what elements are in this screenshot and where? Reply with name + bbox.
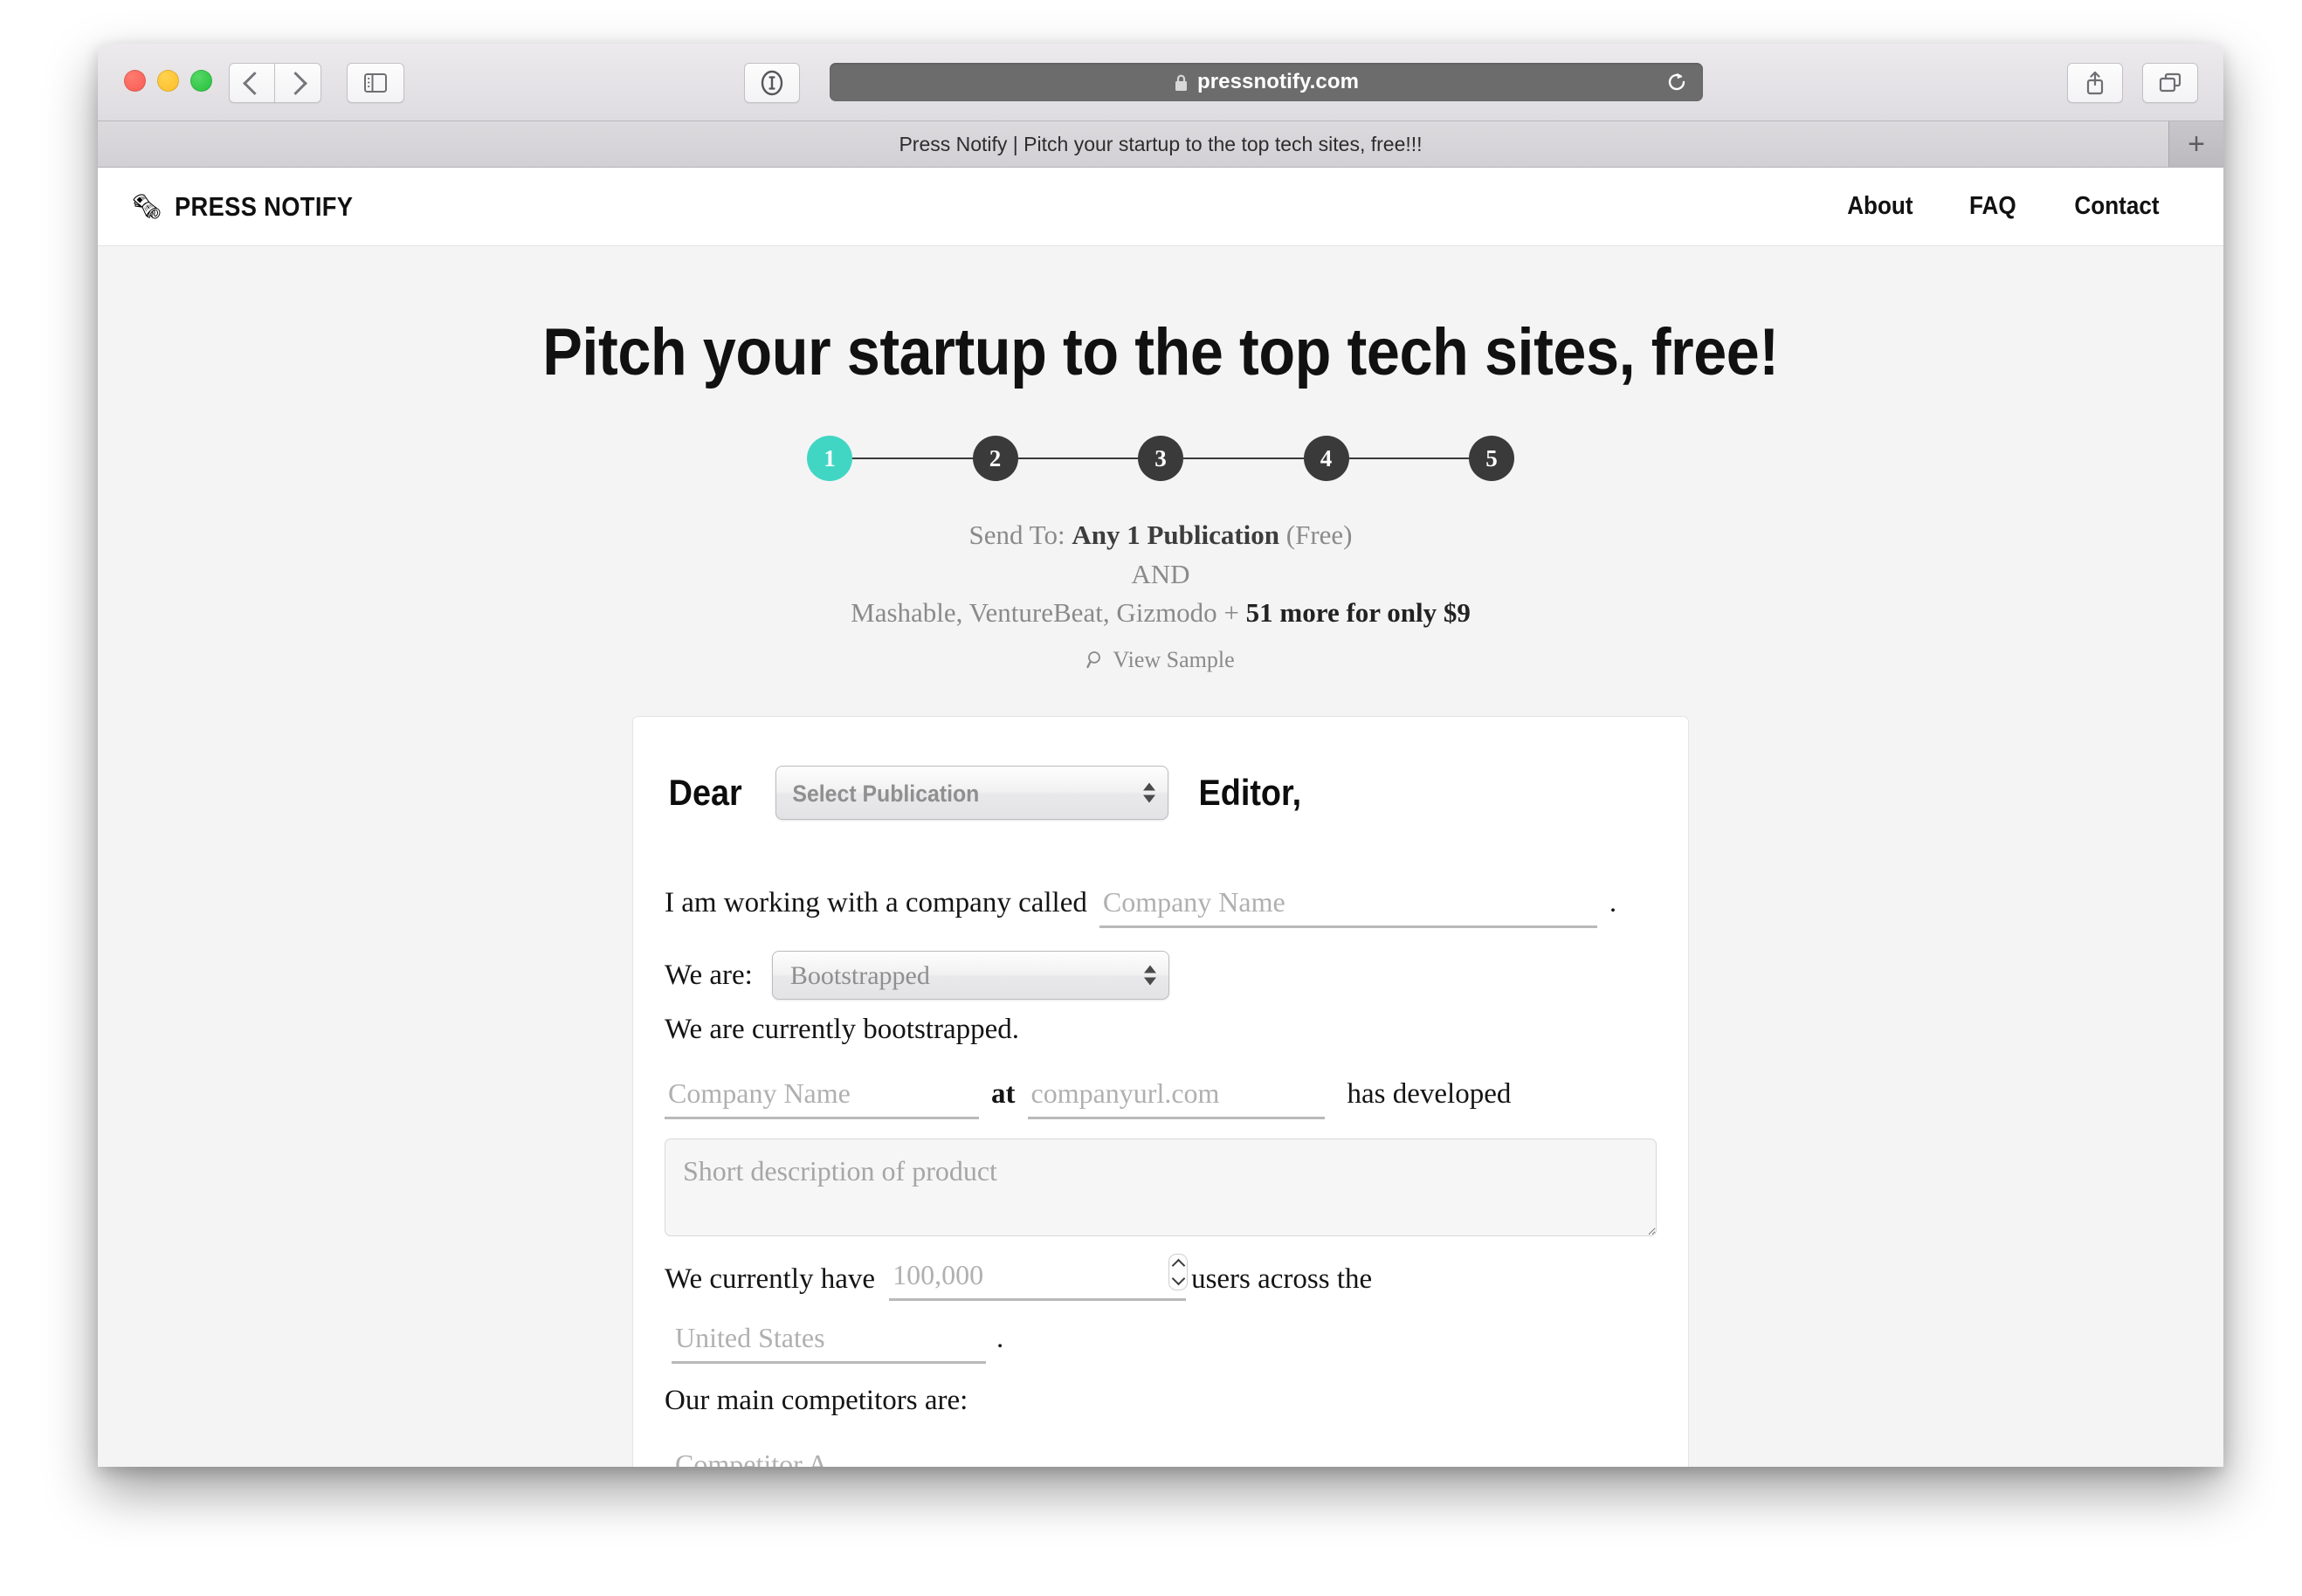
reload-button[interactable] — [1664, 70, 1689, 94]
send-to-summary: Send To: Any 1 Publication (Free) AND Ma… — [98, 516, 2223, 676]
share-button[interactable] — [2067, 63, 2123, 103]
salutation-end-label: Editor, — [1198, 772, 1302, 814]
users-across-label: users across the — [1191, 1262, 1373, 1295]
page-content: 🗞 PRESS NOTIFY About FAQ Contact Pitch y… — [98, 168, 2223, 1467]
working-with-row: I am working with a company called . — [665, 884, 1657, 929]
magnifier-icon — [1086, 650, 1101, 668]
paid-offer: 51 more for only $9 — [1245, 597, 1471, 629]
working-with-label: I am working with a company called — [665, 887, 1087, 919]
publication-select[interactable]: Select Publication — [775, 766, 1169, 821]
we-currently-have-label: We currently have — [665, 1262, 876, 1295]
minimize-window-button[interactable] — [157, 70, 179, 92]
rolled-newspaper-icon: 🗞 — [131, 192, 162, 220]
send-to-free-note: (Free) — [1285, 519, 1353, 550]
we-are-label: We are: — [665, 959, 753, 991]
new-tab-button[interactable]: + — [2168, 121, 2223, 167]
description-row — [665, 1139, 1657, 1237]
users-count-input[interactable] — [889, 1257, 1187, 1302]
period-1: . — [1609, 887, 1617, 919]
salutation-label: Dear — [668, 772, 742, 814]
lock-icon — [1174, 73, 1189, 92]
url-text: pressnotify.com — [1196, 70, 1360, 93]
users-number-field — [889, 1254, 1189, 1302]
view-sample-label: View Sample — [1113, 646, 1235, 672]
tab-bar: Press Notify | Pitch your startup to the… — [98, 121, 2223, 168]
page-title: Pitch your startup to the top tech sites… — [542, 315, 1779, 389]
step-indicator: 1 2 3 4 5 — [807, 436, 1514, 481]
product-description-textarea[interactable] — [665, 1139, 1657, 1237]
at-label: at — [991, 1078, 1016, 1111]
step-connector — [1183, 457, 1304, 459]
company-url-input[interactable] — [1027, 1076, 1325, 1120]
send-to-free-line: Send To: Any 1 Publication (Free) — [98, 516, 2223, 555]
maximize-window-button[interactable] — [190, 70, 212, 92]
select-arrows-icon — [1143, 965, 1156, 986]
tab-overview-icon — [2159, 72, 2181, 93]
funding-select[interactable]: Bootstrapped — [771, 951, 1169, 1001]
step-4[interactable]: 4 — [1303, 436, 1349, 481]
step-2[interactable]: 2 — [972, 436, 1018, 481]
competitor-a-input[interactable] — [672, 1447, 1073, 1467]
users-row: We currently have users across the — [665, 1254, 1657, 1302]
competitor-a-row — [665, 1447, 1657, 1467]
salutation-row: Dear Select Publication Editor, — [665, 766, 1657, 821]
reader-mode-icon — [761, 70, 783, 96]
step-3[interactable]: 3 — [1138, 436, 1183, 481]
funding-select-value: Bootstrapped — [789, 961, 930, 991]
sidebar-toggle-button[interactable] — [347, 63, 404, 103]
and-label: AND — [1131, 558, 1190, 589]
publication-select-value: Select Publication — [792, 781, 980, 808]
send-to-label: Send To: — [968, 519, 1065, 550]
step-connector — [852, 457, 973, 459]
funding-row: We are: Bootstrapped — [665, 951, 1657, 1001]
step-5[interactable]: 5 — [1469, 436, 1514, 481]
competitors-label: Our main competitors are: — [665, 1385, 968, 1417]
has-developed-label: has developed — [1347, 1078, 1512, 1111]
funding-sentence-row: We are currently bootstrapped. — [665, 1014, 1657, 1046]
caret-down-icon — [1171, 1272, 1185, 1286]
close-window-button[interactable] — [124, 70, 146, 92]
sidebar-icon — [364, 73, 387, 93]
paid-publications: Mashable, VentureBeat, Gizmodo + — [851, 597, 1239, 629]
period-2: . — [996, 1323, 1004, 1355]
share-icon — [2086, 71, 2104, 95]
country-input[interactable] — [672, 1320, 986, 1365]
browser-toolbar: pressnotify.com — [98, 44, 2223, 121]
step-1[interactable]: 1 — [807, 436, 852, 481]
step-connector — [1348, 457, 1469, 459]
active-tab-title[interactable]: Press Notify | Pitch your startup to the… — [899, 133, 1422, 156]
browser-window: pressnotify.com Press Notify | Pitch you… — [98, 44, 2223, 1467]
nav-link-faq[interactable]: FAQ — [1969, 192, 2016, 221]
site-header: 🗞 PRESS NOTIFY About FAQ Contact — [98, 168, 2223, 246]
country-row: . — [665, 1320, 1657, 1365]
competitors-row: Our main competitors are: — [665, 1385, 1657, 1417]
nav-link-about[interactable]: About — [1847, 192, 1913, 221]
send-to-paid-line: Mashable, VentureBeat, Gizmodo + 51 more… — [98, 594, 2223, 633]
view-sample-link[interactable]: View Sample — [98, 643, 2223, 676]
address-bar[interactable]: pressnotify.com — [830, 63, 1703, 101]
nav-link-contact[interactable]: Contact — [2074, 192, 2159, 221]
company-name-input[interactable] — [1099, 884, 1597, 929]
send-to-free-plan: Any 1 Publication — [1072, 519, 1280, 550]
step-connector — [1017, 457, 1138, 459]
reload-icon — [1668, 72, 1685, 91]
company-url-row: at has developed — [665, 1076, 1657, 1120]
funding-sentence: We are currently bootstrapped. — [665, 1014, 1020, 1046]
chevron-left-icon — [243, 71, 266, 95]
forward-button[interactable] — [274, 63, 321, 103]
select-arrows-icon — [1143, 782, 1156, 803]
pitch-form-card: Dear Select Publication Editor, I am wor… — [632, 716, 1689, 1467]
company-name-repeat-input[interactable] — [665, 1076, 979, 1120]
number-stepper[interactable] — [1168, 1254, 1189, 1291]
brand-name: PRESS NOTIFY — [174, 190, 353, 222]
brand-logo[interactable]: 🗞 PRESS NOTIFY — [131, 191, 377, 223]
window-controls — [124, 70, 212, 92]
reader-mode-button[interactable] — [744, 63, 800, 103]
chevron-right-icon — [284, 71, 307, 95]
back-button[interactable] — [229, 63, 275, 103]
site-nav: About FAQ Contact — [1844, 192, 2164, 221]
tab-overview-button[interactable] — [2142, 63, 2198, 103]
caret-up-icon — [1171, 1259, 1185, 1273]
